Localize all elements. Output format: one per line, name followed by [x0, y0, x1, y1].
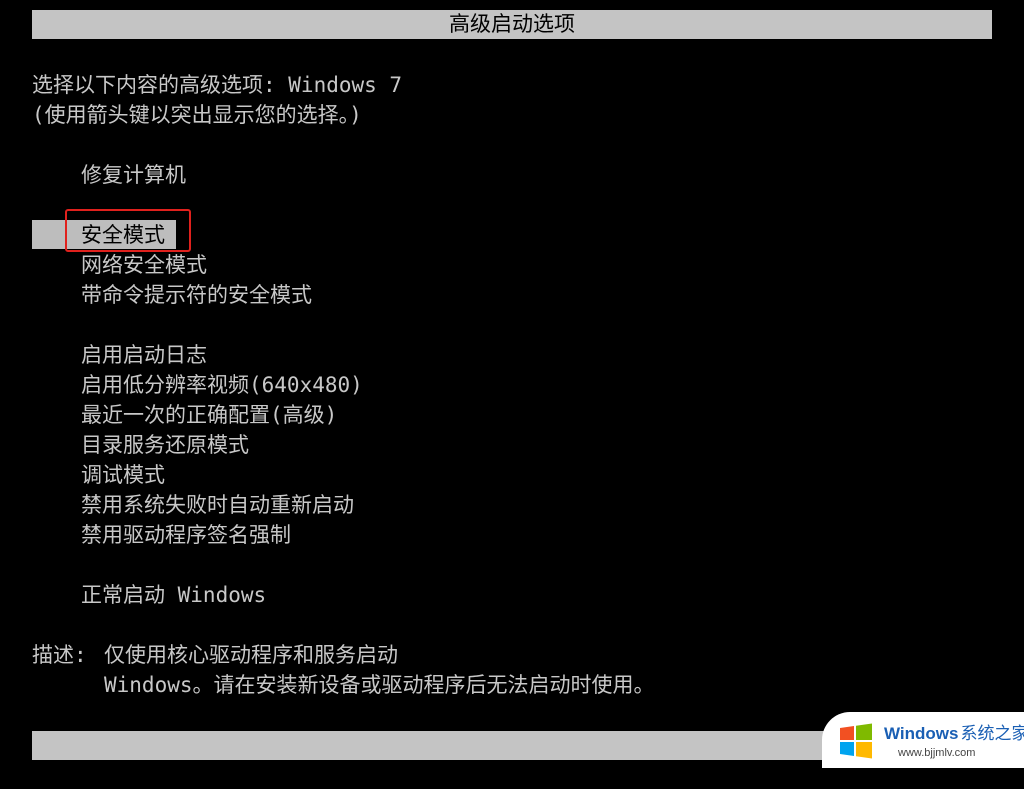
prompt-line-2: (使用箭头键以突出显示您的选择。) — [32, 103, 362, 127]
description-line-1: 仅使用核心驱动程序和服务启动 — [104, 643, 398, 667]
menu-item-safe-mode-networking[interactable]: 网络安全模式 — [81, 250, 207, 280]
description-label: 描述: — [32, 643, 87, 667]
menu-item-boot-logging[interactable]: 启用启动日志 — [81, 340, 207, 370]
menu-item-safe-mode-cmd[interactable]: 带命令提示符的安全模式 — [81, 280, 312, 310]
menu-item-start-normally[interactable]: 正常启动 Windows — [81, 580, 266, 610]
annotation-highlight-box — [65, 209, 191, 252]
menu-item-directory-restore[interactable]: 目录服务还原模式 — [81, 430, 249, 460]
watermark: Windows 系统之家 www.bjjmlv.com — [822, 712, 1024, 768]
menu-item-low-res-video[interactable]: 启用低分辨率视频(640x480) — [81, 370, 363, 400]
menu-item-last-known-good[interactable]: 最近一次的正确配置(高级) — [81, 400, 337, 430]
menu-item-disable-driver-signing[interactable]: 禁用驱动程序签名强制 — [81, 520, 291, 550]
title-bar: 高级启动选项 — [32, 10, 992, 39]
watermark-url: www.bjjmlv.com — [898, 747, 976, 759]
page-title: 高级启动选项 — [449, 12, 575, 36]
windows-logo-icon — [840, 723, 872, 759]
menu-item-disable-auto-restart[interactable]: 禁用系统失败时自动重新启动 — [81, 490, 354, 520]
prompt-line-1: 选择以下内容的高级选项: Windows 7 — [32, 73, 403, 97]
watermark-brand: Windows 系统之家 — [884, 724, 1024, 744]
menu-item-repair[interactable]: 修复计算机 — [81, 160, 186, 190]
menu-item-debugging[interactable]: 调试模式 — [81, 460, 165, 490]
watermark-brand-cn: 系统之家 — [960, 724, 1024, 743]
footer-hint: Enter=选择 — [69, 762, 188, 786]
watermark-brand-en: Windows — [884, 724, 959, 743]
description-line-2: Windows。请在安装新设备或驱动程序后无法启动时使用。 — [104, 673, 655, 697]
